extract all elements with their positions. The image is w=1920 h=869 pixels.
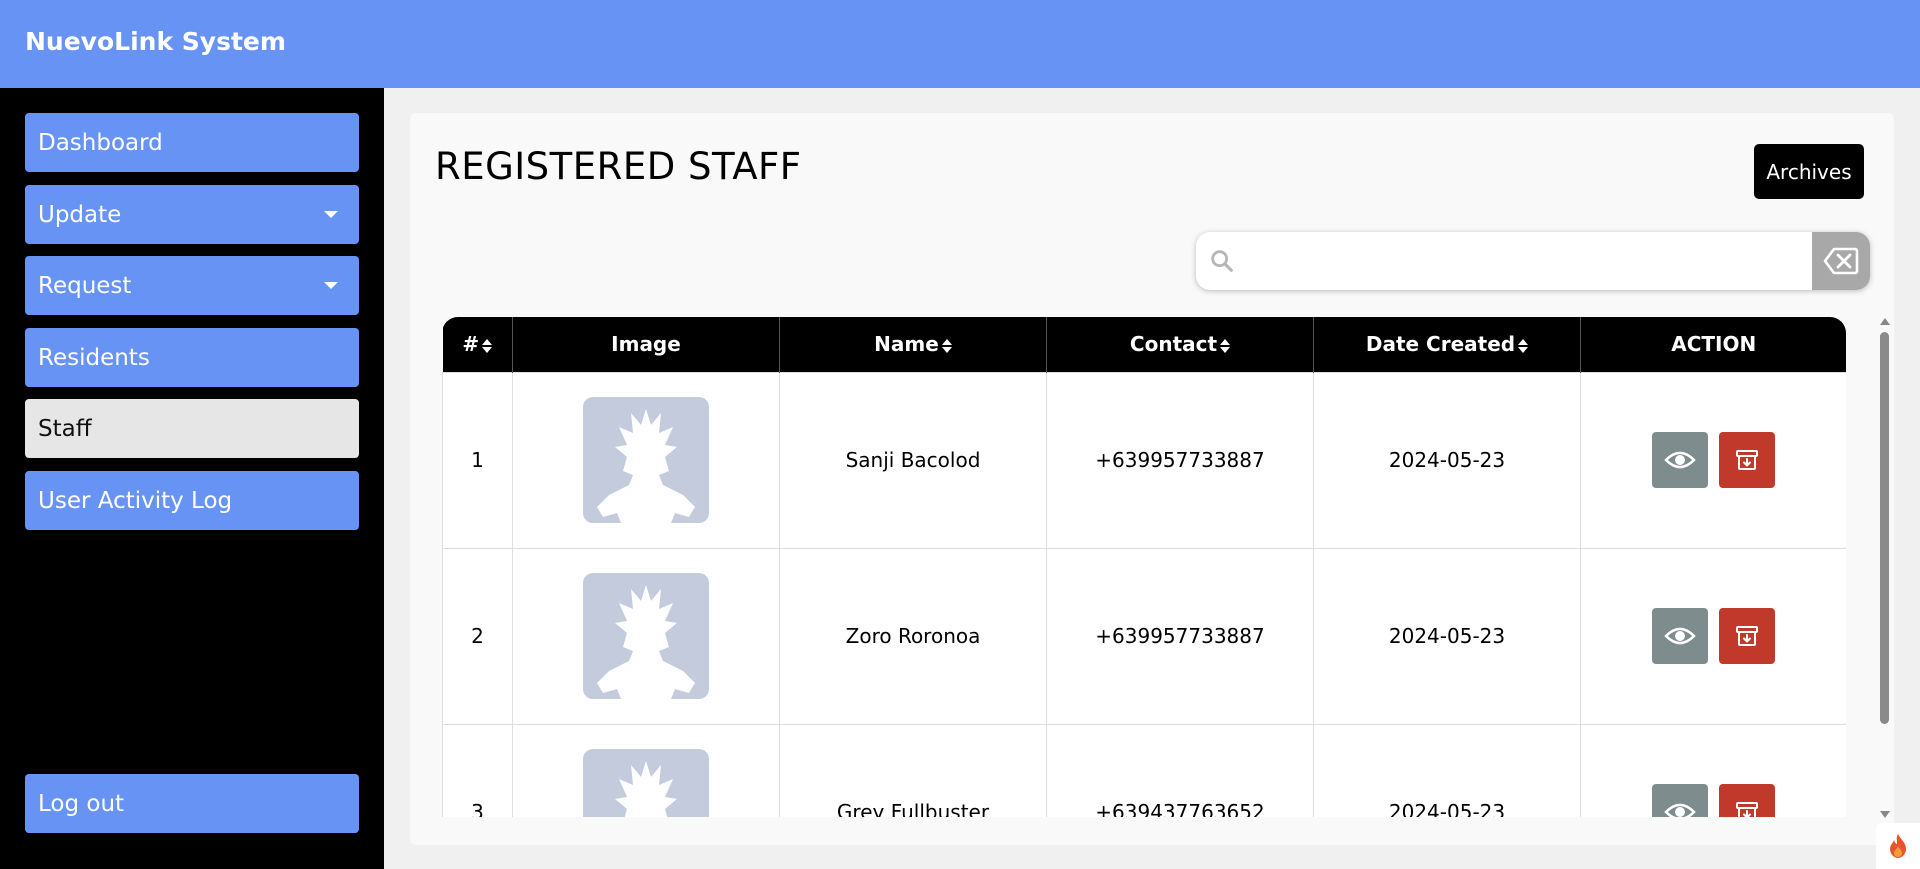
view-button[interactable]	[1652, 432, 1708, 488]
cell-number: 2	[442, 547, 513, 725]
column-header-contact[interactable]: Contact	[1046, 317, 1314, 372]
logout-label: Log out	[38, 790, 125, 817]
table-header-row: # Image Name Contact Date Created ACTION	[442, 317, 1846, 372]
column-header-number[interactable]: #	[442, 317, 513, 372]
cell-contact: +639957733887	[1046, 547, 1314, 725]
sidebar-item-dashboard[interactable]: Dashboard	[25, 113, 359, 172]
archive-icon	[1736, 802, 1758, 817]
table-row: 2 Zoro Roronoa +639957733887 2024-05-23	[442, 547, 1846, 725]
archive-icon	[1736, 450, 1758, 470]
cell-contact: +639437763652	[1046, 723, 1314, 817]
sidebar-item-user-activity-log[interactable]: User Activity Log	[25, 471, 359, 530]
cell-date-created: 2024-05-23	[1313, 371, 1581, 549]
eye-icon	[1664, 803, 1696, 817]
avatar	[583, 573, 709, 699]
cell-name: Grey Fullbuster	[779, 723, 1047, 817]
staff-table-container: # Image Name Contact Date Created ACTION…	[442, 317, 1846, 817]
cell-date-created: 2024-05-23	[1313, 723, 1581, 817]
sort-icon	[1220, 338, 1231, 353]
table-scrollbar[interactable]	[1879, 318, 1891, 818]
backspace-icon	[1823, 247, 1859, 275]
flame-icon	[1890, 834, 1906, 858]
cell-image	[512, 547, 780, 725]
search-input[interactable]	[1246, 232, 1801, 290]
avatar-silhouette-icon	[597, 409, 695, 523]
clear-search-button[interactable]	[1812, 232, 1870, 290]
cell-action	[1580, 723, 1846, 817]
avatar	[583, 749, 709, 817]
page-title: REGISTERED STAFF	[435, 145, 802, 188]
scroll-down-arrow-icon[interactable]	[1880, 811, 1890, 818]
eye-icon	[1664, 627, 1696, 645]
corner-widget[interactable]	[1876, 823, 1920, 869]
archives-button[interactable]: Archives	[1754, 144, 1864, 199]
logout-button[interactable]: Log out	[25, 774, 359, 833]
archive-button[interactable]	[1719, 608, 1775, 664]
sidebar-item-label: User Activity Log	[38, 487, 233, 514]
avatar-silhouette-icon	[597, 585, 695, 699]
cell-name: Zoro Roronoa	[779, 547, 1047, 725]
column-header-action: ACTION	[1580, 317, 1846, 372]
chevron-down-icon	[324, 211, 338, 218]
search-icon	[1211, 250, 1233, 272]
cell-action	[1580, 371, 1846, 549]
archive-icon	[1736, 626, 1758, 646]
table-row: 1 Sanji Bacolod +639957733887 2024-05-23	[442, 371, 1846, 549]
sidebar-item-label: Staff	[38, 415, 92, 442]
main-content: REGISTERED STAFF Archives # Image Name C…	[384, 88, 1920, 869]
sort-icon	[941, 338, 952, 353]
avatar-silhouette-icon	[615, 761, 677, 817]
sidebar-item-label: Residents	[38, 344, 150, 371]
search-bar	[1196, 232, 1870, 290]
sidebar: Dashboard Update Request Residents Staff…	[0, 88, 384, 869]
cell-number: 3	[442, 723, 513, 817]
cell-date-created: 2024-05-23	[1313, 547, 1581, 725]
sidebar-item-request[interactable]: Request	[25, 256, 359, 315]
cell-action	[1580, 547, 1846, 725]
scroll-up-arrow-icon[interactable]	[1880, 318, 1890, 325]
cell-name: Sanji Bacolod	[779, 371, 1047, 549]
chevron-down-icon	[324, 282, 338, 289]
cell-contact: +639957733887	[1046, 371, 1314, 549]
sort-icon	[1518, 338, 1529, 353]
cell-image	[512, 371, 780, 549]
sidebar-item-label: Request	[38, 272, 132, 299]
avatar	[583, 397, 709, 523]
column-header-name[interactable]: Name	[779, 317, 1047, 372]
cell-image	[512, 723, 780, 817]
sidebar-item-label: Dashboard	[38, 129, 163, 156]
archive-button[interactable]	[1719, 784, 1775, 817]
sidebar-item-label: Update	[38, 201, 122, 228]
sidebar-item-staff[interactable]: Staff	[25, 399, 359, 458]
column-header-date-created[interactable]: Date Created	[1313, 317, 1581, 372]
table-row: 3 Grey Fullbuster +639437763652 2024-05-…	[442, 723, 1846, 817]
sort-icon	[482, 338, 493, 353]
view-button[interactable]	[1652, 784, 1708, 817]
view-button[interactable]	[1652, 608, 1708, 664]
archive-button[interactable]	[1719, 432, 1775, 488]
sidebar-item-residents[interactable]: Residents	[25, 328, 359, 387]
app-title: NuevoLink System	[25, 27, 286, 56]
staff-table: # Image Name Contact Date Created ACTION…	[442, 317, 1846, 817]
staff-card: REGISTERED STAFF Archives # Image Name C…	[410, 113, 1894, 845]
eye-icon	[1664, 451, 1696, 469]
scroll-thumb[interactable]	[1880, 332, 1889, 724]
column-header-image: Image	[512, 317, 780, 372]
sidebar-item-update[interactable]: Update	[25, 185, 359, 244]
cell-number: 1	[442, 371, 513, 549]
top-bar: NuevoLink System	[0, 0, 1920, 88]
